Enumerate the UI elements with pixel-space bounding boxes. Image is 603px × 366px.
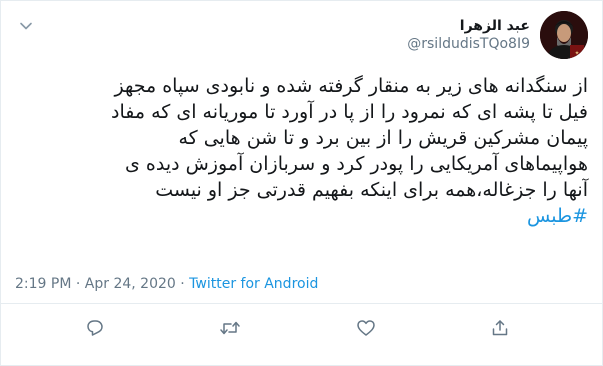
tweet-header: عبد الزهرا @rsildudisTQo8I9 ✦ <box>15 11 588 61</box>
retweet-button[interactable] <box>215 315 245 345</box>
svg-text:✦: ✦ <box>574 50 579 57</box>
meta-separator: · <box>71 276 85 292</box>
retweet-icon <box>219 318 241 342</box>
tweet-line: آنها را جزغاله،همه برای اینکه بفهیم قدرت… <box>155 179 588 201</box>
action-bar <box>1 315 603 345</box>
display-name[interactable]: عبد الزهرا <box>407 17 530 35</box>
divider <box>1 303 603 304</box>
share-icon <box>490 318 510 342</box>
tweet-date[interactable]: Apr 24, 2020 <box>85 276 176 292</box>
like-button[interactable] <box>351 315 381 345</box>
meta-separator: · <box>175 276 190 292</box>
tweet-time[interactable]: 2:19 PM <box>15 276 71 292</box>
avatar[interactable]: ✦ <box>540 11 588 59</box>
user-handle[interactable]: @rsildudisTQo8I9 <box>407 35 530 53</box>
reply-button[interactable] <box>80 315 110 345</box>
tweet-text: از سنگدانه های زیر به منقار گرفته شده و … <box>8 73 588 229</box>
reply-icon <box>85 318 105 342</box>
share-button[interactable] <box>485 315 515 345</box>
tweet-line: پیمان مشرکین قریش را از بین برد و تا شن … <box>178 127 588 149</box>
tweet-line: از سنگدانه های زیر به منقار گرفته شده و … <box>114 75 589 97</box>
hashtag-link[interactable]: #طبس <box>8 203 588 229</box>
tweet-card: عبد الزهرا @rsildudisTQo8I9 ✦ از سنگدانه… <box>0 0 603 366</box>
like-icon <box>356 318 376 342</box>
tweet-line: فیل تا پشه ای که نمرود را از پا در آورد … <box>110 101 588 123</box>
chevron-down-icon[interactable] <box>15 15 37 37</box>
tweet-source-link[interactable]: Twitter for Android <box>189 276 318 292</box>
tweet-meta: 2:19 PM · Apr 24, 2020 · Twitter for And… <box>15 275 318 293</box>
user-names: عبد الزهرا @rsildudisTQo8I9 <box>407 17 530 53</box>
tweet-line: هواپیماهای آمریکایی را پودر کرد و سربازا… <box>124 153 588 175</box>
